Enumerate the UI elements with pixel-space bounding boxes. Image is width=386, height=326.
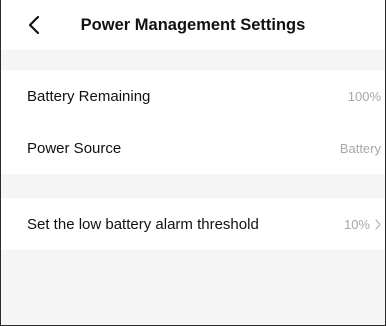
page-title: Power Management Settings [80, 15, 306, 34]
battery-info-group: Battery Remaining 100% Power Source Batt… [1, 70, 385, 174]
battery-remaining-label: Battery Remaining [27, 87, 151, 105]
low-battery-threshold-control: 10% [344, 217, 381, 232]
low-battery-threshold-label: Set the low battery alarm threshold [27, 215, 259, 233]
power-source-label: Power Source [27, 139, 122, 157]
battery-remaining-row: Battery Remaining 100% [1, 70, 385, 122]
chevron-right-icon [375, 218, 381, 230]
low-battery-threshold-row[interactable]: Set the low battery alarm threshold 10% [1, 198, 385, 250]
chevron-left-icon [28, 15, 40, 35]
low-battery-threshold-value: 10% [343, 216, 370, 232]
power-source-row: Power Source Battery [1, 122, 385, 174]
power-source-value: Battery [339, 140, 381, 156]
back-button[interactable] [23, 12, 45, 38]
alarm-group: Set the low battery alarm threshold 10% [1, 198, 385, 250]
battery-remaining-value: 100% [347, 88, 381, 104]
nav-bar: Power Management Settings [1, 0, 385, 50]
power-settings-screen: Power Management Settings Battery Remain… [0, 0, 386, 326]
